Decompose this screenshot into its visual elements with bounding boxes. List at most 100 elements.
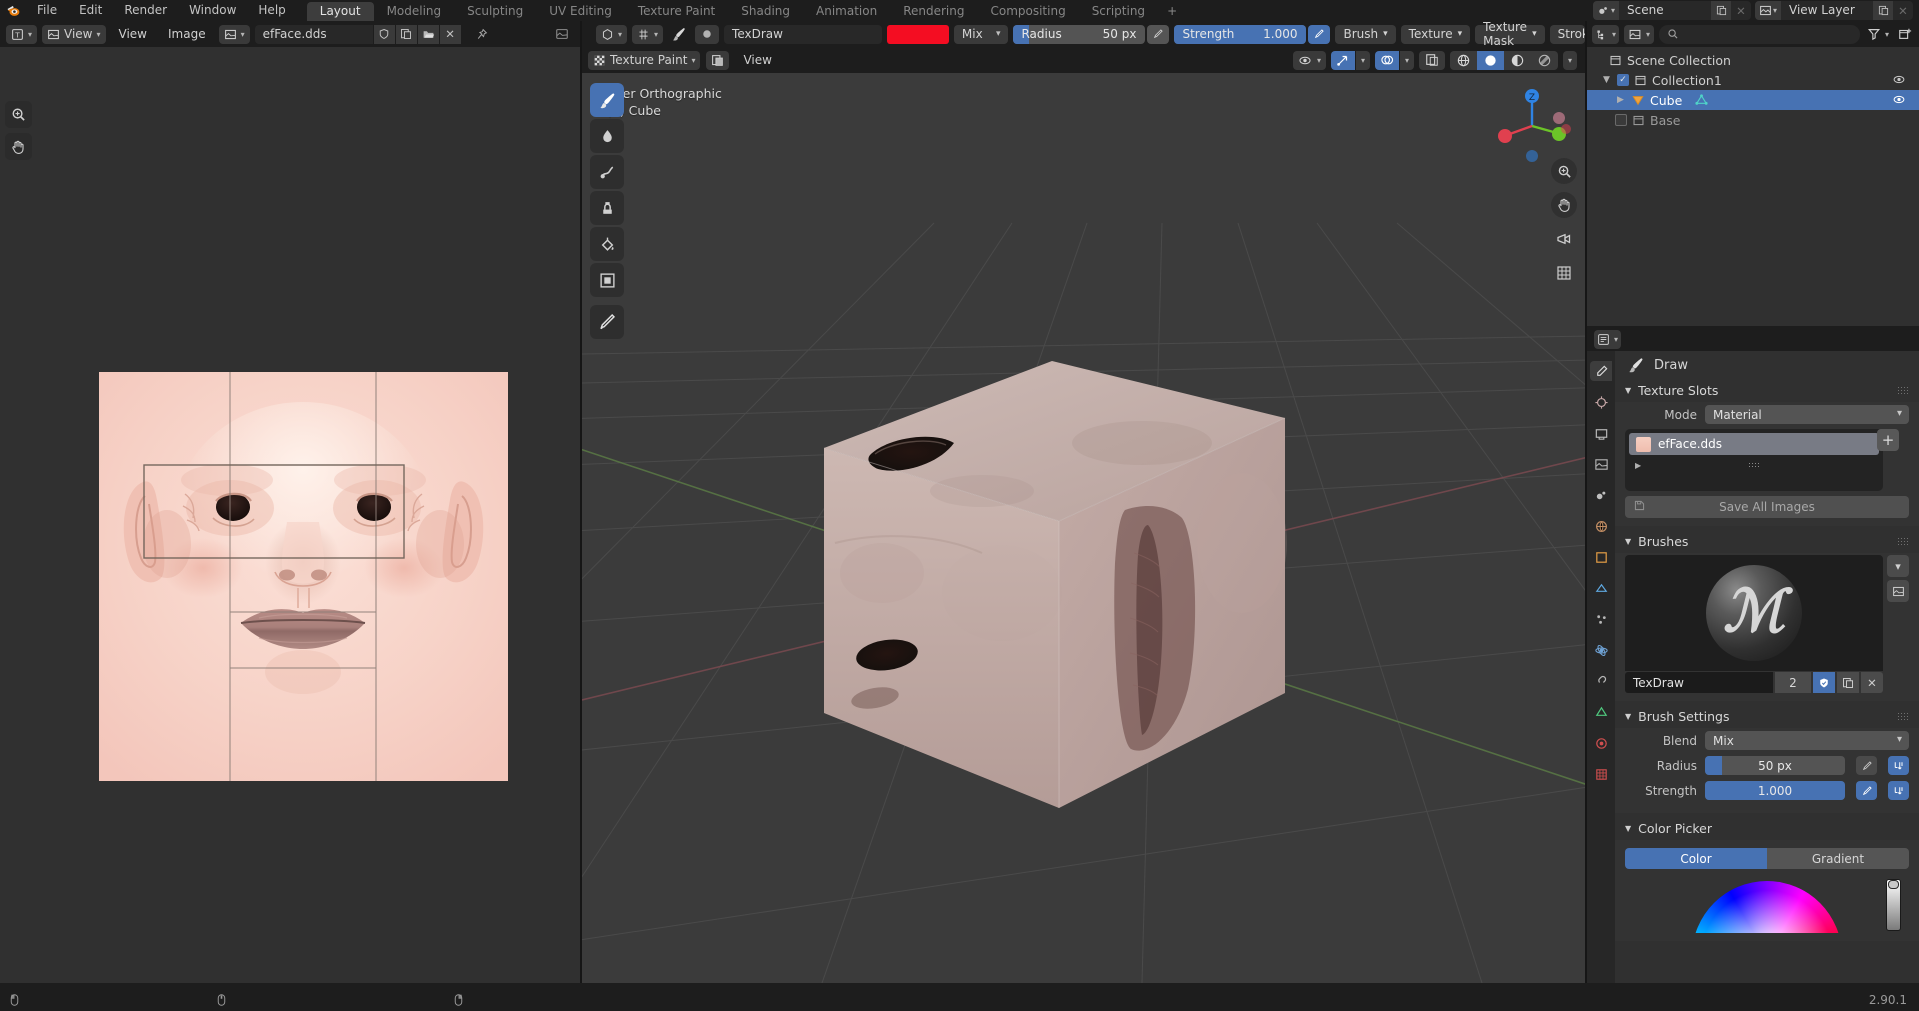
brush-name-field[interactable]: TexDraw — [1625, 672, 1773, 693]
image-editor-canvas[interactable] — [0, 47, 580, 983]
pan-view-icon[interactable] — [1551, 192, 1577, 218]
scene-duplicate-icon[interactable] — [1711, 1, 1731, 20]
radius-slider[interactable]: Radius 50 px — [1013, 24, 1146, 44]
gizmo-dropdown-chevron-icon[interactable]: ▾ — [1355, 50, 1370, 70]
view-layer-datablock[interactable]: ▾ View Layer ✕ — [1755, 1, 1913, 20]
shading-dropdown-chevron-icon[interactable]: ▾ — [1562, 50, 1577, 70]
pin-icon[interactable] — [470, 25, 493, 44]
tab-modeling[interactable]: Modeling — [374, 2, 455, 21]
viewport-navigation-gizmo[interactable]: Z — [1491, 85, 1573, 167]
texture-slot-item[interactable]: efFace.dds — [1629, 433, 1879, 455]
tool-tab-icon[interactable] — [1590, 361, 1612, 381]
outliner-row-cube[interactable]: ▶ Cube — [1587, 90, 1919, 110]
mask-tool-icon[interactable] — [590, 263, 624, 297]
material-tab-icon[interactable] — [1590, 733, 1612, 753]
world-tab-icon[interactable] — [1590, 516, 1612, 536]
disclosure-right-icon[interactable]: ▶ — [1615, 95, 1626, 105]
tab-texture-paint[interactable]: Texture Paint — [625, 2, 728, 21]
strength-input-curve-icon[interactable] — [1888, 781, 1909, 800]
menu-render[interactable]: Render — [113, 0, 178, 21]
particles-tab-icon[interactable] — [1590, 609, 1612, 629]
editor-type-selector[interactable]: T ▾ — [6, 24, 38, 44]
image-editor-mode-selector[interactable]: View ▾ — [42, 24, 106, 44]
view-layer-duplicate-icon[interactable] — [1873, 1, 1893, 20]
new-collection-icon[interactable] — [1896, 25, 1914, 44]
tab-color[interactable]: Color — [1625, 848, 1767, 869]
overlays-dropdown-chevron-icon[interactable]: ▾ — [1399, 50, 1414, 70]
tab-gradient[interactable]: Gradient — [1767, 848, 1909, 869]
menu-file[interactable]: File — [26, 0, 68, 21]
collection-checkbox[interactable] — [1615, 114, 1627, 126]
duplicate-icon[interactable] — [395, 24, 417, 44]
fake-user-shield-icon[interactable] — [1813, 672, 1835, 693]
viewport-menu-view[interactable]: View — [735, 51, 779, 70]
panel-header-color-picker[interactable]: ▼ Color Picker — [1615, 817, 1919, 840]
scene-datablock[interactable]: ▾ Scene ✕ — [1593, 1, 1751, 20]
view-layer-x-icon[interactable]: ✕ — [1893, 1, 1913, 20]
panel-header-texture-slots[interactable]: ▼ Texture Slots — [1615, 379, 1919, 402]
expand-arrow-icon[interactable]: ▶ — [1635, 461, 1641, 470]
view-layer-tab-icon[interactable] — [1590, 454, 1612, 474]
physics-tab-icon[interactable] — [1590, 640, 1612, 660]
viewport-canvas[interactable]: User Orthographic (1) Cube Z — [582, 73, 1585, 983]
brush-image-preview-icon[interactable] — [1887, 580, 1909, 602]
add-texture-slot-button[interactable]: + — [1877, 429, 1899, 451]
gizmo-icon[interactable] — [1330, 50, 1355, 70]
value-slider[interactable] — [1886, 879, 1901, 931]
outliner-display-mode-selector[interactable]: ▾ — [1624, 24, 1655, 44]
strength-pressure-pen-icon[interactable] — [1308, 24, 1331, 44]
mode-dropdown[interactable]: Material ▾ — [1705, 405, 1909, 424]
outliner-row-collection1[interactable]: ▼ ✓ Collection1 — [1587, 70, 1919, 90]
soften-tool-icon[interactable] — [590, 119, 624, 153]
tab-add-workspace[interactable]: + — [1158, 2, 1186, 21]
object-data-tab-icon[interactable] — [1590, 702, 1612, 722]
shading-solid-icon[interactable] — [1476, 50, 1504, 70]
image-datablock-selector[interactable]: ▾ — [218, 24, 250, 44]
tab-uv-editing[interactable]: UV Editing — [536, 2, 625, 21]
open-image-icon[interactable] — [417, 24, 439, 44]
blend-mode-dropdown[interactable]: Mix ▾ — [953, 24, 1009, 44]
color-wheel[interactable] — [1692, 881, 1842, 933]
modifiers-tab-icon[interactable] — [1590, 578, 1612, 598]
resize-grip[interactable] — [1747, 461, 1761, 469]
panel-header-brushes[interactable]: ▼ Brushes — [1615, 530, 1919, 553]
fill-tool-icon[interactable] — [590, 227, 624, 261]
tab-compositing[interactable]: Compositing — [977, 2, 1078, 21]
snapping-icon[interactable]: ▾ — [632, 24, 664, 44]
tab-scripting[interactable]: Scripting — [1079, 2, 1158, 21]
draw-tool-icon[interactable] — [590, 83, 624, 117]
shading-wireframe-icon[interactable] — [1449, 50, 1477, 70]
texture-popover[interactable]: Texture ▾ — [1400, 24, 1471, 44]
image-editor-menu-image[interactable]: Image — [160, 25, 214, 44]
visibility-eye-icon[interactable]: ▾ — [1292, 50, 1326, 70]
blender-logo-icon[interactable] — [0, 0, 26, 21]
shading-material-icon[interactable] — [1503, 50, 1531, 70]
brush-preview[interactable]: ℳ ▾ — [1625, 555, 1909, 671]
blend-dropdown[interactable]: Mix ▾ — [1705, 731, 1909, 750]
image-editor-menu-overflow-icon[interactable] — [550, 25, 574, 44]
texture-slot-list[interactable]: efFace.dds ▶ — [1625, 429, 1883, 491]
scene-x-icon[interactable]: ✕ — [1731, 1, 1751, 20]
stroke-popover[interactable]: Stroke — [1549, 24, 1585, 44]
unlink-x-icon[interactable]: ✕ — [1861, 672, 1883, 693]
camera-view-icon[interactable] — [1551, 226, 1577, 252]
properties-editor-type-selector[interactable]: ▾ — [1594, 329, 1622, 349]
visibility-eye-icon[interactable] — [1892, 73, 1906, 86]
shading-rendered-icon[interactable] — [1530, 50, 1558, 70]
viewport-editor-type-selector[interactable]: ▾ — [596, 24, 628, 44]
collection-checkbox[interactable]: ✓ — [1617, 74, 1629, 86]
tab-layout[interactable]: Layout — [306, 2, 374, 21]
brush-name-field[interactable]: TexDraw — [724, 24, 883, 44]
search-input[interactable] — [1659, 24, 1860, 44]
xray-toggle-icon[interactable] — [1418, 50, 1445, 70]
tab-sculpting[interactable]: Sculpting — [454, 2, 536, 21]
pan-hand-tool-icon[interactable] — [4, 133, 32, 160]
outliner-editor-type-selector[interactable]: ▾ — [1592, 24, 1620, 44]
disclosure-down-icon[interactable]: ▼ — [1601, 75, 1612, 85]
render-tab-icon[interactable] — [1590, 392, 1612, 412]
panel-header-brush-settings[interactable]: ▼ Brush Settings — [1615, 705, 1919, 728]
strength-pressure-pen-icon[interactable] — [1856, 781, 1877, 800]
zoom-in-out-icon[interactable] — [1551, 158, 1577, 184]
tab-animation[interactable]: Animation — [803, 2, 890, 21]
menu-window[interactable]: Window — [178, 0, 247, 21]
